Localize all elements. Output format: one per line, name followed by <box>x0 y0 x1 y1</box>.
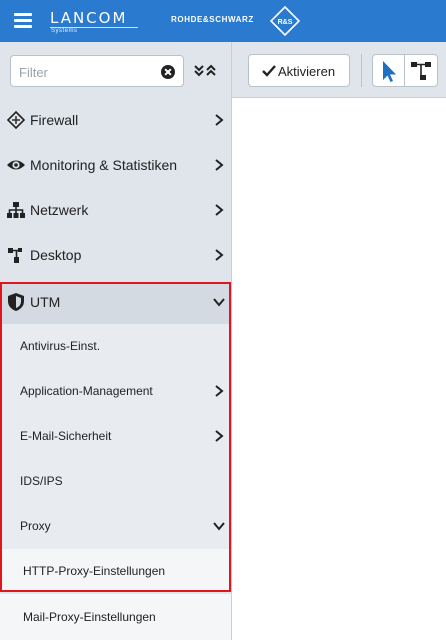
firewall-icon <box>6 110 26 130</box>
main-content-area <box>232 98 446 640</box>
network-icon <box>7 202 25 218</box>
menu-icon[interactable] <box>14 13 32 29</box>
pointer-mode-button[interactable] <box>372 54 405 87</box>
chevron-right-icon <box>215 114 224 126</box>
activate-button[interactable]: Aktivieren <box>248 54 350 87</box>
sidebar-item-network[interactable]: Netzwerk <box>0 188 231 233</box>
partner-brand: ROHDE&SCHWARZ <box>171 15 254 24</box>
chevron-right-icon <box>215 159 224 171</box>
rs-logo-text: R&S <box>278 19 293 26</box>
chevron-right-icon <box>215 249 224 261</box>
activate-button-label: Aktivieren <box>278 64 336 79</box>
sidebar-item-firewall[interactable]: Firewall <box>0 98 231 143</box>
brand-subtitle: Systems <box>51 28 78 34</box>
brand-logo: LANCOM <box>50 9 128 27</box>
sidebar-item-label: Firewall <box>30 112 79 128</box>
clear-icon[interactable] <box>161 65 175 79</box>
cursor-icon <box>383 61 396 82</box>
expand-collapse-icon[interactable] <box>192 62 218 80</box>
utm-highlight-frame <box>0 282 231 592</box>
toolbar-separator <box>361 54 362 87</box>
sidebar-item-label: Mail-Proxy-Einstellungen <box>23 610 156 624</box>
sidebar-item-label: Desktop <box>30 247 82 263</box>
tree-view-button[interactable] <box>404 54 438 87</box>
filter-field[interactable] <box>10 55 184 87</box>
sidebar-item-desktop[interactable]: Desktop <box>0 233 231 278</box>
filter-input[interactable] <box>17 62 161 82</box>
sidebar-item-monitoring[interactable]: Monitoring & Statistiken <box>0 143 231 188</box>
chevron-right-icon <box>215 204 224 216</box>
eye-icon <box>7 160 25 170</box>
rs-diamond-logo: R&S <box>270 6 300 36</box>
check-icon <box>262 65 276 77</box>
sidebar-item-label: Monitoring & Statistiken <box>30 157 178 173</box>
tree-structure-icon <box>411 62 431 80</box>
desktop-icon <box>8 248 22 263</box>
sidebar-item-label: Netzwerk <box>30 202 89 218</box>
